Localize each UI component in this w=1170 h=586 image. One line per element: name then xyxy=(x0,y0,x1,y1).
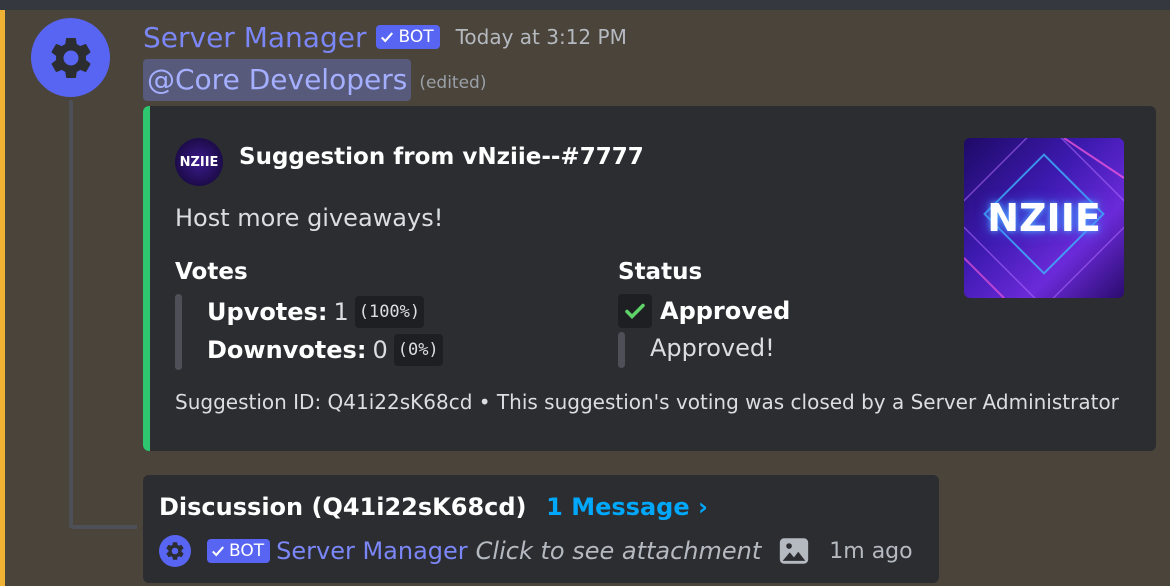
field-status-name: Status xyxy=(618,259,703,285)
field-votes-name: Votes xyxy=(175,259,248,285)
upvotes-line: Upvotes: 1 (100%) xyxy=(207,296,425,328)
suggestion-embed: NZIIE Suggestion from vNziie--#7777 NZII… xyxy=(143,106,1156,451)
approved-check-icon xyxy=(618,294,652,328)
status-quote-bar xyxy=(618,332,625,368)
status-value: Approved xyxy=(660,297,791,325)
mention-highlight-stripe xyxy=(0,10,5,586)
thread-card[interactable]: Discussion (Q41i22sK68cd) 1 Message › BO… xyxy=(143,475,939,583)
bot-badge: BOT xyxy=(376,25,440,49)
thread-preview: BOT Server Manager Click to see attachme… xyxy=(159,532,913,570)
preview-bot-badge: BOT xyxy=(207,539,271,563)
preview-bot-badge-label: BOT xyxy=(229,541,265,561)
checkmark-icon xyxy=(381,32,394,43)
thread-connector-elbow xyxy=(69,525,137,529)
edited-label: (edited) xyxy=(419,73,487,93)
role-mention[interactable]: @Core Developers xyxy=(143,59,412,101)
embed-footer: Suggestion ID: Q41i22sK68cd • This sugge… xyxy=(175,390,1119,414)
embed-thumbnail[interactable]: NZIIE xyxy=(964,138,1124,298)
image-icon xyxy=(777,534,811,568)
thread-title-row: Discussion (Q41i22sK68cd) 1 Message › xyxy=(159,493,708,521)
message-header: Server Manager BOT Today at 3:12 PM xyxy=(143,18,627,56)
checkmark-icon xyxy=(212,546,225,557)
timestamp[interactable]: Today at 3:12 PM xyxy=(456,25,627,49)
embed-description: Host more giveaways! xyxy=(175,204,444,232)
downvotes-label: Downvotes: xyxy=(207,336,367,364)
votes-quote-bar xyxy=(175,294,182,370)
thread-message-count[interactable]: 1 Message › xyxy=(546,493,708,521)
username[interactable]: Server Manager xyxy=(143,21,366,54)
embed-accent-bar xyxy=(143,106,150,451)
embed-title: Suggestion from vNziie--#7777 xyxy=(239,144,644,170)
downvotes-value: 0 xyxy=(372,336,388,364)
bot-badge-label: BOT xyxy=(398,27,434,47)
upvotes-percent: (100%) xyxy=(354,296,425,328)
gear-icon xyxy=(51,37,90,78)
preview-author: Server Manager xyxy=(276,537,468,565)
status-note: Approved! xyxy=(650,334,775,362)
preview-avatar xyxy=(159,535,191,567)
avatar[interactable] xyxy=(31,18,110,97)
downvotes-line: Downvotes: 0 (0%) xyxy=(207,334,443,366)
thumbnail-logo-text: NZIIE xyxy=(987,196,1101,240)
thread-connector xyxy=(69,100,73,528)
upvotes-value: 1 xyxy=(333,298,349,326)
upvotes-label: Upvotes: xyxy=(207,298,328,326)
author-icon-logo: NZIIE xyxy=(179,154,219,170)
status-line: Approved xyxy=(618,294,790,328)
downvotes-percent: (0%) xyxy=(393,334,443,366)
message-content: @Core Developers (edited) xyxy=(143,58,486,102)
thread-name[interactable]: Discussion (Q41i22sK68cd) xyxy=(159,493,527,521)
top-bar xyxy=(0,0,1170,10)
embed-author-icon: NZIIE xyxy=(175,138,223,186)
gear-icon xyxy=(166,542,184,560)
preview-time: 1m ago xyxy=(829,538,913,564)
preview-message: Click to see attachment xyxy=(475,537,762,565)
